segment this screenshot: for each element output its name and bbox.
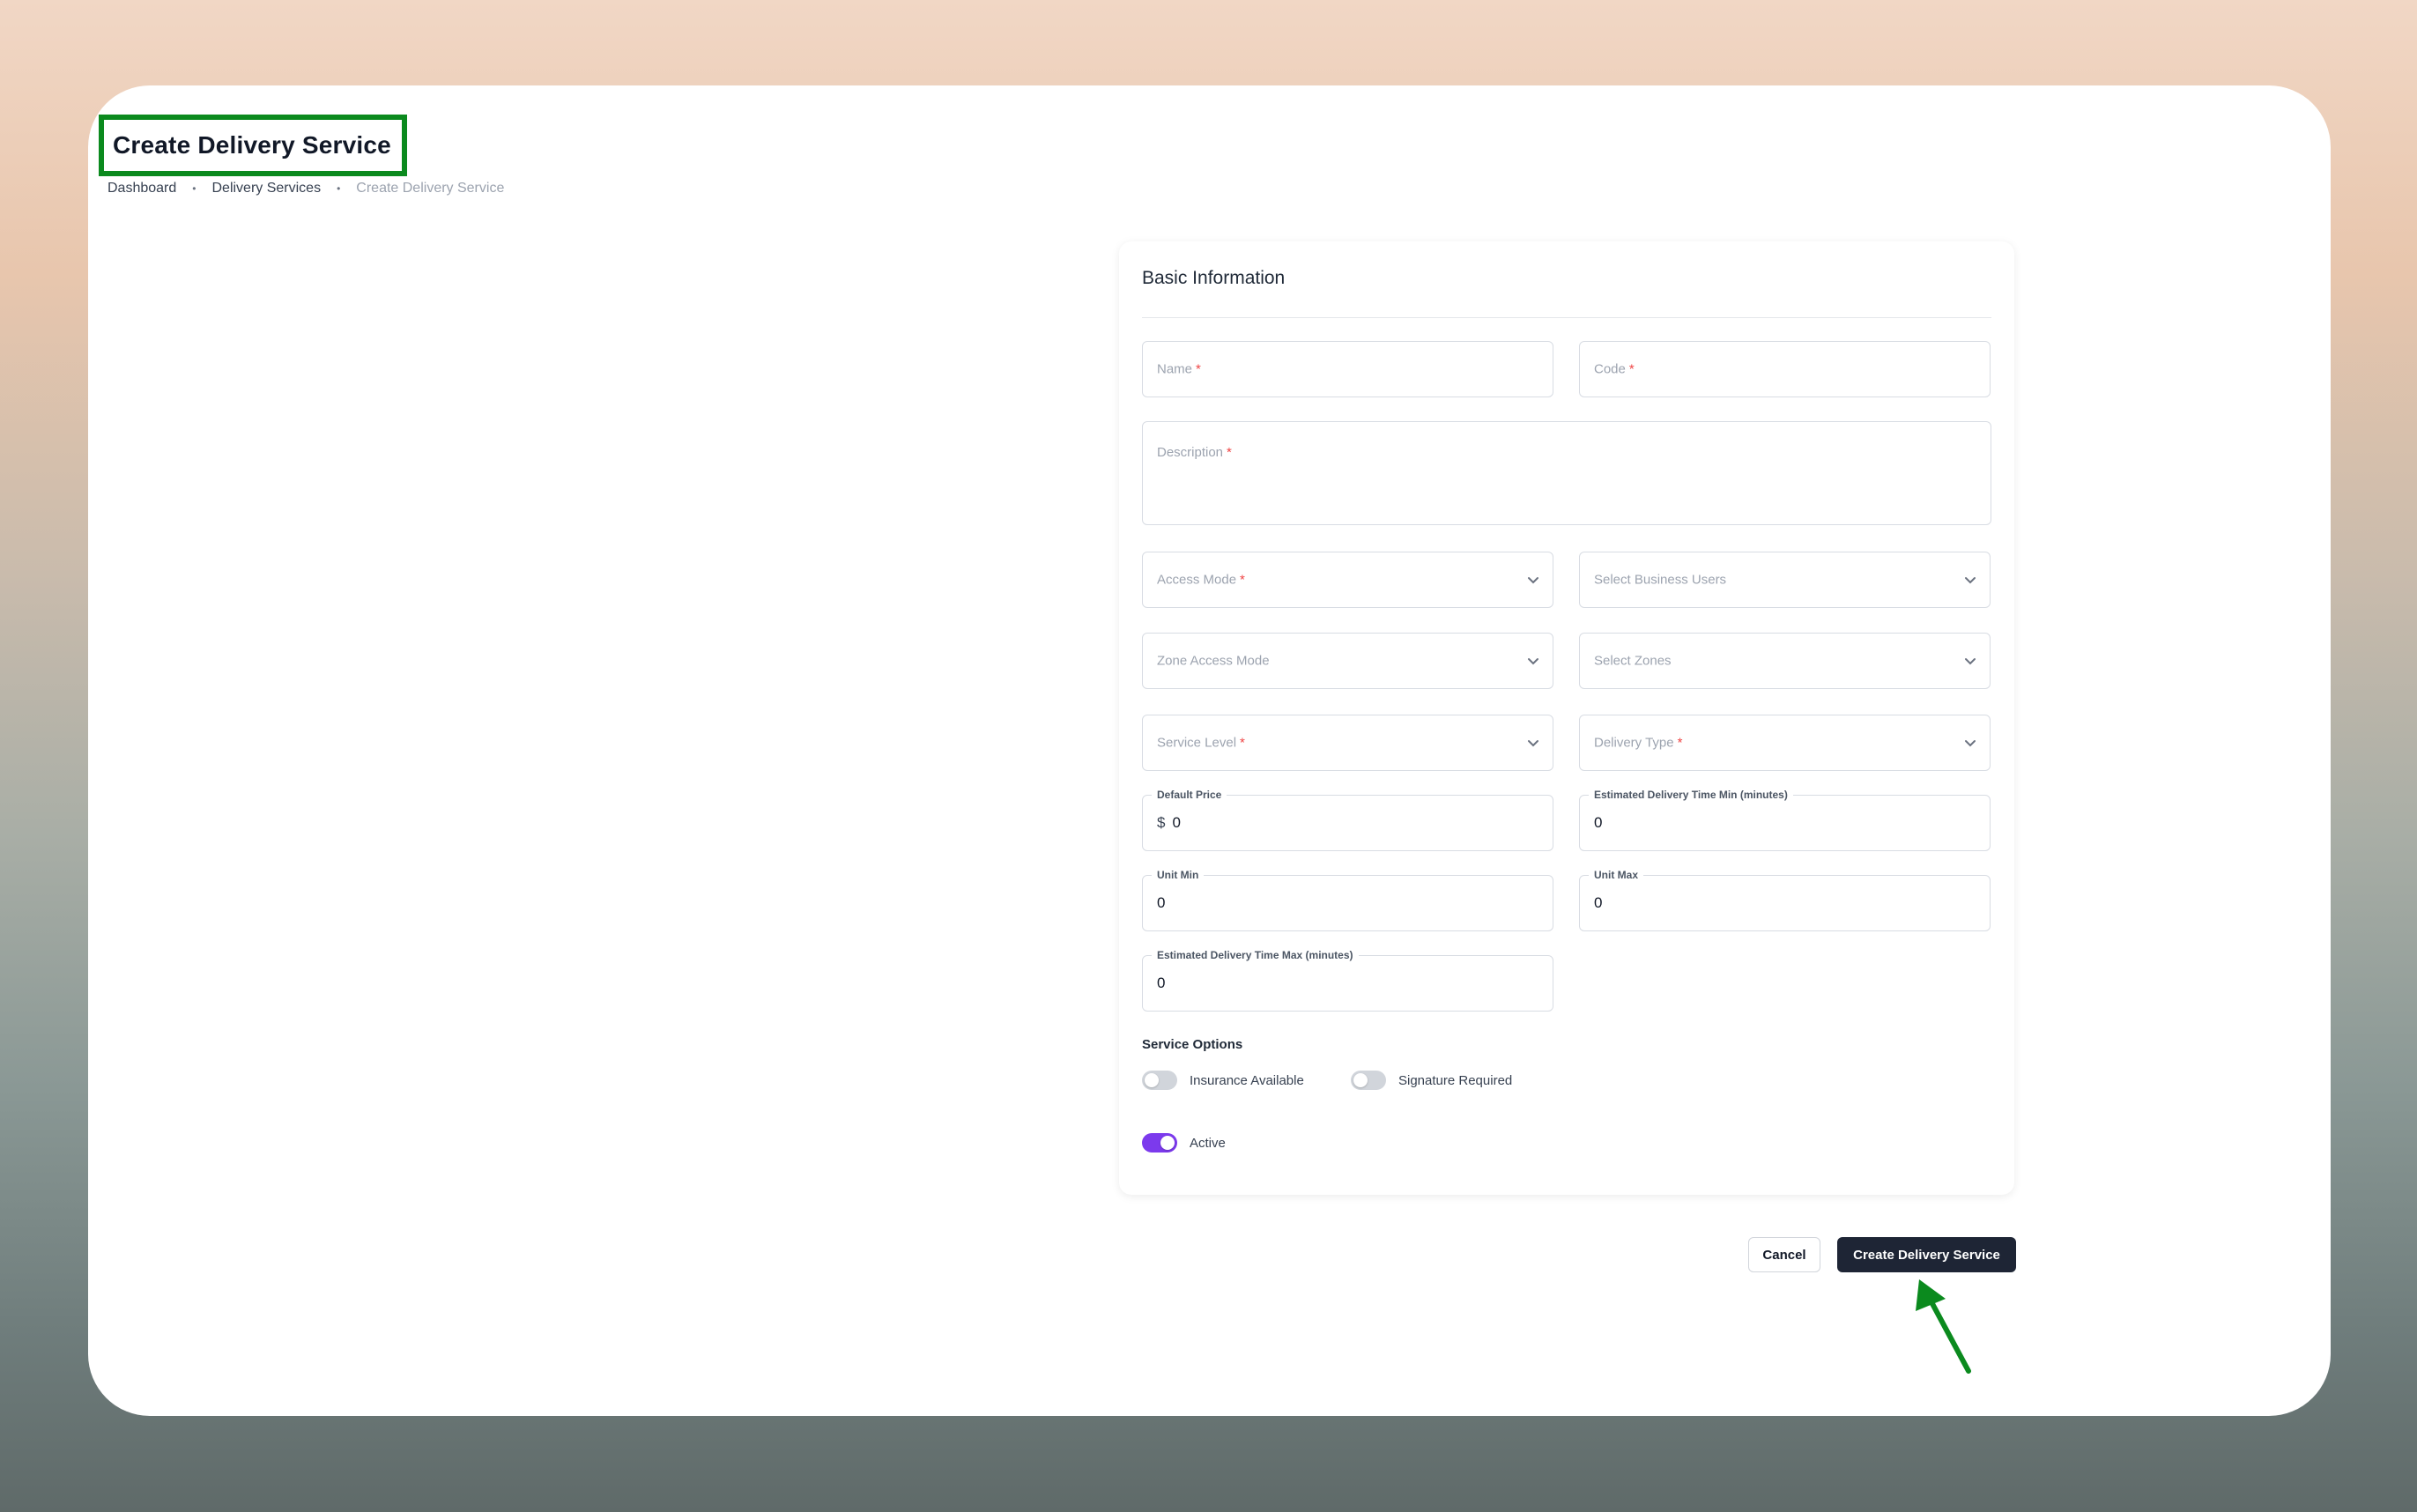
breadcrumb-delivery-services[interactable]: Delivery Services [211,181,321,196]
delivery-type-select[interactable]: Delivery Type * [1579,715,1991,771]
unit-max-label: Unit Max [1589,869,1644,881]
required-mark: * [1677,735,1683,751]
est-delivery-time-max-value: 0 [1157,975,1166,991]
unit-min-value: 0 [1157,894,1166,911]
cancel-button[interactable]: Cancel [1748,1237,1820,1272]
insurance-label: Insurance Available [1190,1072,1304,1088]
breadcrumb-current: Create Delivery Service [356,181,505,196]
access-mode-placeholder: Access Mode [1157,572,1237,588]
default-price-input[interactable]: Default Price $0 [1142,789,1553,851]
breadcrumb: Dashboard • Delivery Services • Create D… [108,181,504,196]
business-users-select[interactable]: Select Business Users [1579,552,1991,608]
main-panel: Create Delivery Service Dashboard • Deli… [88,85,2331,1416]
page-title: Create Delivery Service [113,131,391,159]
required-mark: * [1240,572,1245,588]
description-placeholder: Description [1157,445,1224,460]
required-mark: * [1196,361,1201,377]
section-title: Basic Information [1142,268,1286,288]
unit-min-label: Unit Min [1152,869,1205,881]
est-delivery-time-min-label: Estimated Delivery Time Min (minutes) [1589,789,1793,801]
zone-access-mode-placeholder: Zone Access Mode [1157,653,1270,669]
active-toggle-row: Active [1142,1133,1226,1153]
name-input[interactable]: Name * [1142,341,1553,397]
chevron-down-icon [1965,658,1976,665]
zone-access-mode-select[interactable]: Zone Access Mode [1142,633,1553,689]
chevron-down-icon [1965,740,1976,747]
zones-placeholder: Select Zones [1594,653,1672,669]
required-mark: * [1240,735,1245,751]
delivery-type-placeholder: Delivery Type [1594,735,1674,751]
chevron-down-icon [1528,658,1538,665]
default-price-value: 0 [1172,814,1181,831]
est-delivery-time-max-label: Estimated Delivery Time Max (minutes) [1152,949,1359,961]
divider [1142,317,1991,318]
access-mode-select[interactable]: Access Mode * [1142,552,1553,608]
business-users-placeholder: Select Business Users [1594,572,1727,588]
active-toggle[interactable] [1142,1133,1177,1153]
required-mark: * [1628,361,1635,377]
unit-min-input[interactable]: Unit Min 0 [1142,869,1553,931]
breadcrumb-separator: • [337,182,341,195]
breadcrumb-dashboard[interactable]: Dashboard [108,181,176,196]
required-mark: * [1227,445,1232,460]
est-delivery-time-min-input[interactable]: Estimated Delivery Time Min (minutes) 0 [1579,789,1991,851]
description-textarea[interactable]: Description * [1142,421,1991,525]
insurance-toggle[interactable] [1142,1071,1177,1090]
currency-prefix: $ [1157,814,1166,831]
unit-max-value: 0 [1594,894,1603,911]
service-level-select[interactable]: Service Level * [1142,715,1553,771]
zones-select[interactable]: Select Zones [1579,633,1991,689]
chevron-down-icon [1528,577,1538,584]
active-label: Active [1190,1135,1226,1151]
service-options-label: Service Options [1142,1037,1243,1052]
name-placeholder: Name [1157,361,1193,377]
basic-information-card: Basic Information Name * Code * Descriptio… [1119,241,2014,1195]
est-delivery-time-min-value: 0 [1594,814,1603,831]
chevron-down-icon [1528,740,1538,747]
signature-label: Signature Required [1398,1072,1513,1088]
unit-max-input[interactable]: Unit Max 0 [1579,869,1991,931]
default-price-label: Default Price [1152,789,1227,801]
pointer-arrow-icon [1916,1279,1971,1374]
insurance-toggle-row: Insurance Available [1142,1071,1304,1090]
est-delivery-time-max-input[interactable]: Estimated Delivery Time Max (minutes) 0 [1142,949,1553,1012]
chevron-down-icon [1965,577,1976,584]
signature-toggle[interactable] [1351,1071,1386,1090]
create-delivery-service-button[interactable]: Create Delivery Service [1837,1237,2016,1272]
breadcrumb-separator: • [192,182,196,195]
code-input[interactable]: Code * [1579,341,1991,397]
code-placeholder: Code [1594,361,1626,377]
signature-toggle-row: Signature Required [1351,1071,1512,1090]
page-title-highlight: Create Delivery Service [99,115,407,176]
service-level-placeholder: Service Level [1157,735,1237,751]
